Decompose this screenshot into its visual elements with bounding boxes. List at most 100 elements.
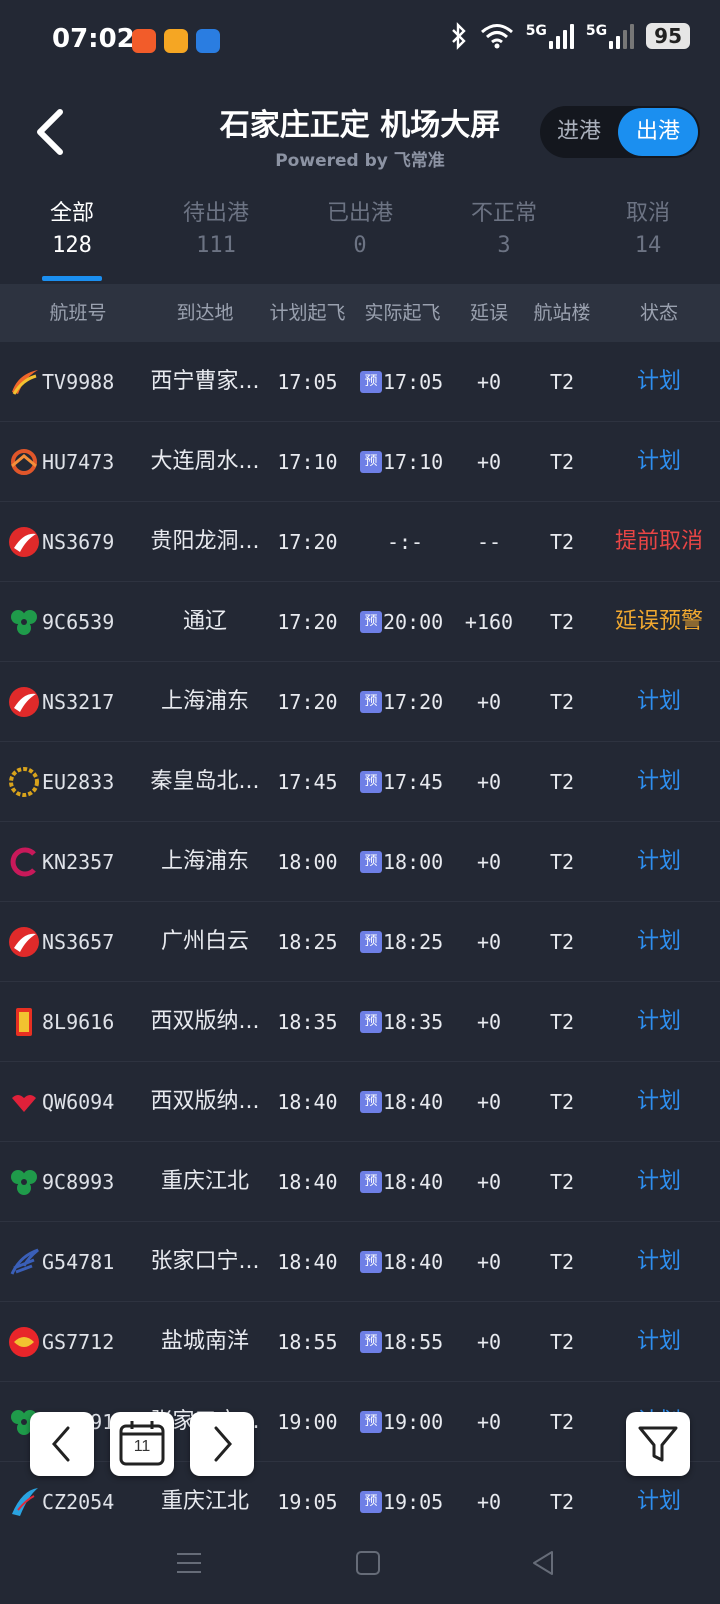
delay-minutes: +0 [476,850,502,874]
scheduled-time: 18:40 [277,1250,338,1274]
flight-number: KN2357 [42,850,115,874]
actual-time: 19:05 [383,1490,444,1514]
bluetooth-icon [451,22,466,50]
flight-row[interactable]: QW6094 西双版纳... 18:40 预 18:40 +0 T2 计划 [0,1062,720,1142]
delay-minutes: +0 [476,690,502,714]
airline-logo-icon [8,686,40,718]
tab-count: 111 [196,233,236,258]
chevron-left-icon [52,1426,70,1462]
arrival-departure-toggle[interactable]: 进港 出港 [540,106,700,158]
flight-row[interactable]: KN2357 上海浦东 18:00 预 18:00 +0 T2 计划 [0,822,720,902]
tab-label: 不正常 [470,201,537,226]
flight-number: HU7473 [42,450,115,474]
flight-row[interactable]: G54781 张家口宁... 18:40 预 18:40 +0 T2 计划 [0,1222,720,1302]
estimated-badge: 预 [360,370,382,393]
tab-departed[interactable]: 已出港 0 [288,195,432,258]
filter-button[interactable] [626,1412,690,1476]
scheduled-time: 18:55 [277,1330,338,1354]
estimated-badge: 预 [360,770,382,793]
estimated-badge: 预 [360,1490,382,1513]
scheduled-time: 19:00 [277,1410,338,1434]
prev-day-button[interactable] [30,1412,94,1476]
estimated-badge: 预 [360,1170,382,1193]
flight-row[interactable]: 9C6539 通辽 17:20 预 20:00 +160 T2 延误预警 [0,582,720,662]
flight-status: 计划 [636,449,681,474]
back-nav-icon[interactable] [530,1550,556,1576]
tab-count: 128 [52,233,92,258]
delay-minutes: +0 [476,770,502,794]
delay-minutes: +0 [476,370,502,394]
actual-time-cell: 预 18:40 [360,1222,450,1302]
col-terminal: 航站楼 [533,302,591,324]
flight-row[interactable]: NS3679 贵阳龙洞... 17:20 -:- -- T2 提前取消 [0,502,720,582]
tab-cancelled[interactable]: 取消 14 [576,195,720,258]
flight-number: 8L9616 [42,1010,115,1034]
col-actual: 实际起飞 [364,302,441,324]
actual-time: 18:40 [383,1250,444,1274]
scheduled-time: 17:20 [277,610,338,634]
delay-minutes: -- [476,530,502,554]
terminal: T2 [549,770,575,794]
actual-time-cell: 预 18:35 [360,982,450,1062]
actual-time: 17:05 [383,370,444,394]
tab-label: 全部 [49,201,94,226]
actual-time-cell: 预 18:55 [360,1302,450,1382]
actual-time-cell: 预 17:05 [360,342,450,422]
terminal: T2 [549,930,575,954]
actual-time-cell: -:- [360,502,450,582]
actual-time: 18:35 [383,1010,444,1034]
flight-row[interactable]: 9C8991张家口宁...19:00预19:00+0T2计划 [0,1382,720,1462]
flight-number: NS3679 [42,530,115,554]
flight-number: GS7712 [42,1330,115,1354]
cell-signal-1-icon: 5G [526,23,574,49]
delay-minutes: +160 [464,610,514,634]
terminal: T2 [549,1330,575,1354]
flight-row[interactable]: NS3217 上海浦东 17:20 预 17:20 +0 T2 计划 [0,662,720,742]
toggle-arrivals[interactable]: 进港 [540,106,618,158]
airline-logo-icon [8,1486,40,1518]
destination: 西双版纳... [150,1009,260,1034]
tab-pending[interactable]: 待出港 111 [144,195,288,258]
tab-all[interactable]: 全部 128 [0,195,144,258]
airline-logo-icon [8,366,40,398]
calendar-button[interactable]: 11 [110,1412,174,1476]
col-status: 状态 [639,302,678,324]
flight-row[interactable]: TV9988 西宁曹家... 17:05 预 17:05 +0 T2 计划 [0,342,720,422]
flight-row[interactable]: EU2833 秦皇岛北... 17:45 预 17:45 +0 T2 计划 [0,742,720,822]
flight-row[interactable]: HU7473 大连周水... 17:10 预 17:10 +0 T2 计划 [0,422,720,502]
flight-row[interactable]: 9C8993 重庆江北 18:40 预 18:40 +0 T2 计划 [0,1142,720,1222]
menu-icon[interactable] [176,1550,202,1576]
back-arrow-icon[interactable] [30,104,74,160]
actual-time: 17:20 [383,690,444,714]
tab-abnormal[interactable]: 不正常 3 [432,195,576,258]
estimated-badge: 预 [360,450,382,473]
flight-number: NS3217 [42,690,115,714]
toggle-departures[interactable]: 出港 [618,108,698,156]
flight-number: QW6094 [42,1090,115,1114]
next-day-button[interactable] [190,1412,254,1476]
status-time: 07:02 [52,24,135,54]
flight-row[interactable]: 8L9616 西双版纳... 18:35 预 18:35 +0 T2 计划 [0,982,720,1062]
flight-number: G54781 [42,1250,115,1274]
home-icon[interactable] [355,1550,381,1576]
video-app-icon [164,29,188,53]
airline-logo-icon [8,1246,40,1278]
actual-time: 18:00 [383,850,444,874]
terminal: T2 [549,530,575,554]
filter-icon [638,1426,678,1462]
tab-count: 3 [497,233,511,258]
flight-status: 计划 [636,1009,681,1034]
flight-number: TV9988 [42,370,115,394]
scheduled-time: 18:00 [277,850,338,874]
table-header: 航班号 到达地 计划起飞 实际起飞 延误 航站楼 状态 [0,284,720,342]
travel-app-icon [196,29,220,53]
actual-time-cell: 预 18:40 [360,1062,450,1142]
airline-logo-icon [8,766,40,798]
chevron-right-icon [214,1426,232,1462]
flight-row[interactable]: GS7712 盐城南洋 18:55 预 18:55 +0 T2 计划 [0,1302,720,1382]
terminal: T2 [549,1170,575,1194]
flight-status: 计划 [636,1249,681,1274]
app-notification-icon [132,29,156,53]
flight-row[interactable]: NS3657 广州白云 18:25 预 18:25 +0 T2 计划 [0,902,720,982]
filter-tabs: 全部 128 待出港 111 已出港 0 不正常 3 取消 14 [0,195,720,281]
